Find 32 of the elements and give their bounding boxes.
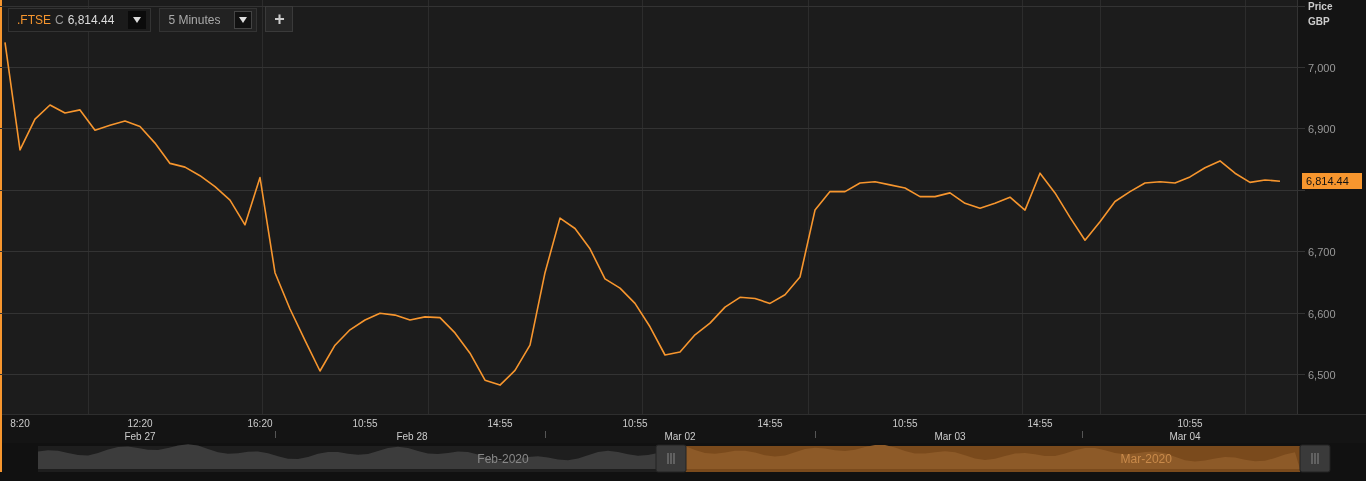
time-axis-label: 10:55 xyxy=(622,418,648,429)
time-axis-label: 14:55 xyxy=(1027,418,1053,429)
price-label: 6,814.44 xyxy=(67,13,115,27)
symbol-dropdown[interactable]: .FTSE C 6,814.44 xyxy=(8,8,152,32)
price-axis-label: 6,900 xyxy=(1308,122,1336,135)
time-axis-label: 14:55 xyxy=(487,418,513,429)
interval-dropdown[interactable]: 5 Minutes xyxy=(159,8,258,32)
time-axis-label: 10:55 xyxy=(892,418,918,429)
price-type-label: C xyxy=(55,13,64,27)
price-axis-label: 6,500 xyxy=(1308,368,1336,381)
date-axis-label: Mar 02 xyxy=(664,431,696,442)
date-axis-label: Feb 27 xyxy=(124,431,156,442)
axis-unit: GBP xyxy=(1308,16,1330,27)
time-axis-label: 16:20 xyxy=(247,418,273,429)
price-axis-label: 7,000 xyxy=(1308,61,1336,74)
price-axis-label: 6,600 xyxy=(1308,307,1336,320)
axis-title: Price xyxy=(1308,1,1333,12)
time-axis-label: 12:20 xyxy=(127,418,153,429)
date-axis-label: Mar 03 xyxy=(934,431,966,442)
time-axis-label: 10:55 xyxy=(352,418,378,429)
period-label: Mar-2020 xyxy=(1120,452,1172,466)
add-button[interactable]: + xyxy=(265,6,294,32)
ticker-label: .FTSE xyxy=(17,13,51,27)
price-axis-label: 6,700 xyxy=(1308,245,1336,258)
time-axis-label: 14:55 xyxy=(757,418,783,429)
date-axis-label: Mar 04 xyxy=(1169,431,1201,442)
time-axis-label: 10:55 xyxy=(1177,418,1203,429)
time-axis-label: 8:20 xyxy=(10,418,30,429)
period-label: Feb-2020 xyxy=(477,452,529,466)
interval-label: 5 Minutes xyxy=(168,13,221,27)
date-axis-label: Feb 28 xyxy=(396,431,428,442)
last-price-tag: 6,814.44 xyxy=(1302,173,1362,190)
